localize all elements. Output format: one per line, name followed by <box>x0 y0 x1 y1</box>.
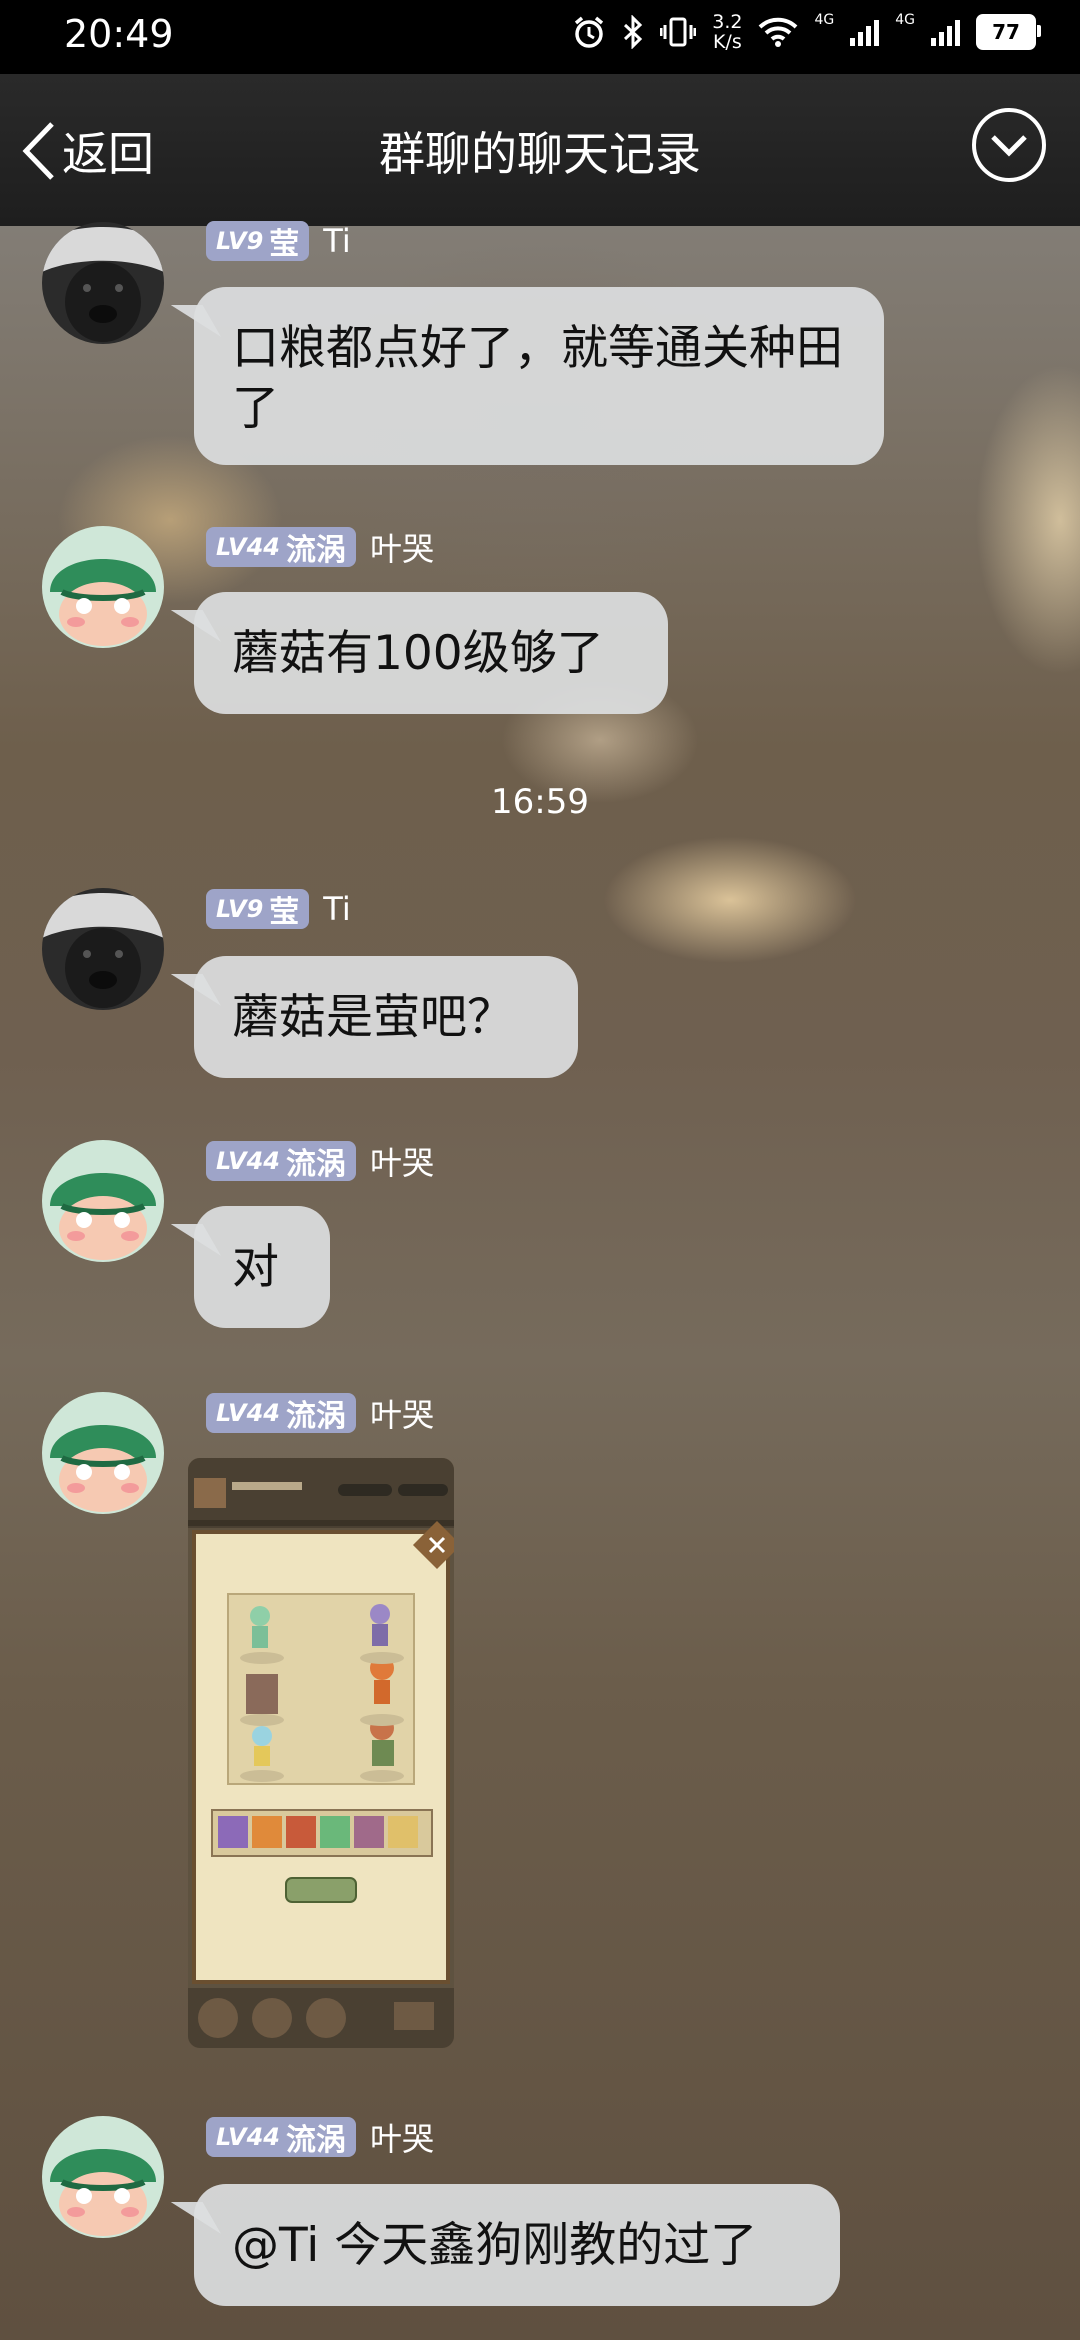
sender-nickname: 叶哭 <box>369 1144 434 1182</box>
message-bubble[interactable]: 对 <box>194 1206 330 1328</box>
speed-value: 3.2 <box>712 11 743 33</box>
level-badge: LV44 流涡 <box>206 1141 356 1182</box>
level-text: LV44 <box>216 2123 280 2151</box>
status-time: 20:49 <box>64 12 174 56</box>
avatar-mushroom[interactable] <box>42 2116 164 2238</box>
network-type-1: 4G <box>814 12 835 28</box>
message-bubble[interactable]: 蘑菇是萤吧？ <box>194 956 578 1078</box>
level-text: LV44 <box>216 1147 280 1175</box>
level-badge: LV9 莹 <box>206 889 310 930</box>
sender-nickname: Ti <box>323 890 351 928</box>
sender-info: LV44 流涡 叶哭 <box>206 2116 434 2158</box>
signal-bars-2-icon <box>931 18 960 46</box>
sender-nickname: Ti <box>323 222 351 260</box>
level-badge: LV44 流涡 <box>206 527 356 568</box>
title-text: 莹 <box>269 227 300 262</box>
network-speed: 3.2 K/s <box>712 12 742 52</box>
page-title: 群聊的聊天记录 <box>379 127 701 181</box>
speed-unit: K/s <box>712 31 742 53</box>
title-text: 流涡 <box>285 2123 346 2158</box>
message-bubble[interactable]: @Ti 今天鑫狗刚教的过了 <box>194 2184 840 2306</box>
message-bubble[interactable]: 口粮都点好了，就等通关种田了 <box>194 287 884 465</box>
status-icons: 3.2 K/s 4G 4G 77 <box>572 12 1041 52</box>
level-text: LV44 <box>216 533 280 561</box>
avatar-mushroom[interactable] <box>42 1392 164 1514</box>
bluetooth-icon <box>624 15 643 49</box>
alarm-icon <box>575 16 604 48</box>
sender-nickname: 叶哭 <box>369 530 434 568</box>
level-text: LV44 <box>216 1399 280 1427</box>
wifi-icon <box>759 17 798 47</box>
sender-nickname: 叶哭 <box>369 1396 434 1434</box>
vibrate-icon <box>660 17 697 47</box>
sender-info: LV9 莹 Ti <box>206 220 351 262</box>
level-text: LV9 <box>216 895 264 923</box>
signal-bars-1-icon <box>850 18 880 46</box>
avatar-mushroom[interactable] <box>42 1140 164 1262</box>
level-text: LV9 <box>216 227 264 255</box>
chevron-down-icon <box>991 135 1027 157</box>
title-text: 流涡 <box>285 1147 346 1182</box>
status-bar: 20:49 3.2 K/s 4G 4G 77 <box>0 0 1080 74</box>
image-message[interactable] <box>188 1458 454 2048</box>
level-badge: LV9 莹 <box>206 221 310 262</box>
sender-info: LV44 流涡 叶哭 <box>206 1140 434 1182</box>
battery-indicator: 77 <box>976 14 1041 50</box>
message-bubble[interactable]: 蘑菇有100级够了 <box>194 592 668 714</box>
title-text: 流涡 <box>285 1399 346 1434</box>
nav-bar: 返回 群聊的聊天记录 <box>0 74 1080 226</box>
network-type-2: 4G <box>895 12 915 28</box>
title-text: 流涡 <box>285 533 346 568</box>
sender-nickname: 叶哭 <box>369 2120 434 2158</box>
time-separator: 16:59 <box>491 782 589 822</box>
sender-info: LV9 莹 Ti <box>206 888 351 930</box>
avatar-mushroom[interactable] <box>42 526 164 648</box>
level-badge: LV44 流涡 <box>206 1393 356 1434</box>
sender-info: LV44 流涡 叶哭 <box>206 526 434 568</box>
more-menu-button[interactable] <box>972 108 1046 182</box>
level-badge: LV44 流涡 <box>206 2117 356 2158</box>
sender-info: LV44 流涡 叶哭 <box>206 1392 434 1434</box>
avatar-badger[interactable] <box>42 888 164 1010</box>
title-text: 莹 <box>269 895 300 930</box>
avatar-badger[interactable] <box>42 222 164 344</box>
